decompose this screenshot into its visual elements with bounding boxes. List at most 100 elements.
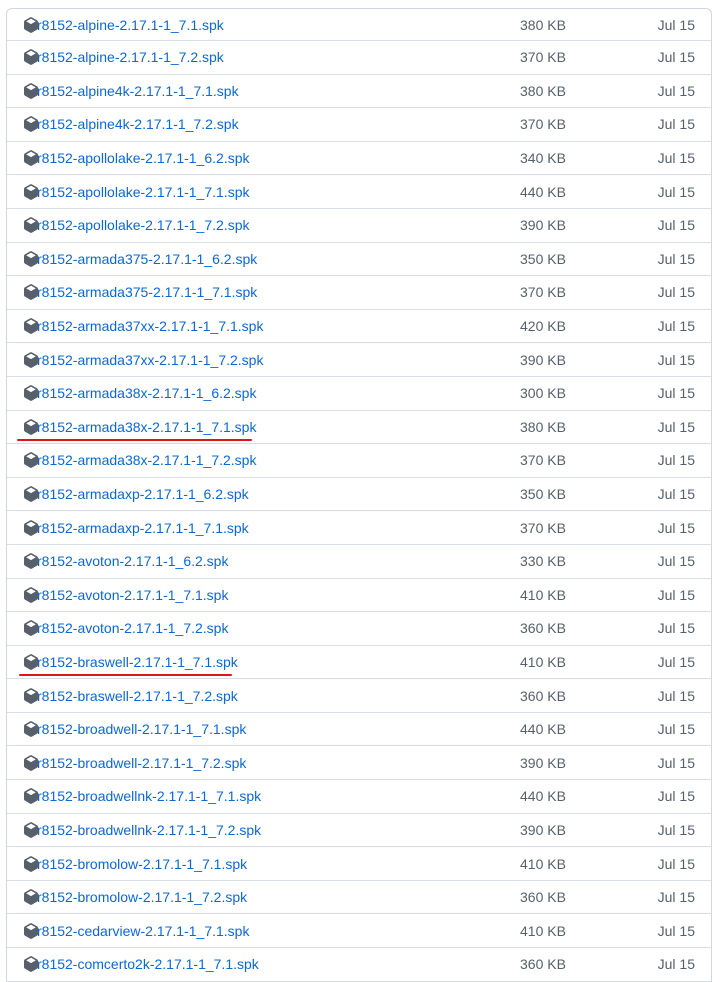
asset-size: 350 KB (520, 486, 566, 503)
asset-date: Jul 15 (657, 486, 695, 503)
asset-size: 420 KB (520, 318, 566, 335)
asset-date: Jul 15 (657, 351, 695, 368)
asset-date: Jul 15 (657, 922, 695, 939)
asset-size: 390 KB (520, 821, 566, 838)
asset-download-link[interactable]: r8152-alpine-2.17.1-1_7.1.spk (37, 17, 224, 33)
asset-download-link[interactable]: r8152-armadaxp-2.17.1-1_6.2.spk (37, 486, 249, 502)
asset-date: Jul 15 (657, 284, 695, 301)
asset-size: 390 KB (520, 351, 566, 368)
asset-download-link[interactable]: r8152-armada38x-2.17.1-1_7.2.spk (37, 452, 256, 468)
asset-download-link[interactable]: r8152-armada375-2.17.1-1_7.1.spk (37, 284, 257, 300)
asset-row: r8152-armada37xx-2.17.1-1_7.1.spk 420 KB… (7, 310, 711, 344)
asset-date: Jul 15 (657, 385, 695, 402)
asset-date: Jul 15 (657, 452, 695, 469)
asset-date: Jul 15 (657, 855, 695, 872)
asset-download-link[interactable]: r8152-armada38x-2.17.1-1_6.2.spk (37, 385, 256, 401)
asset-date: Jul 15 (657, 620, 695, 637)
asset-date: Jul 15 (657, 16, 695, 33)
asset-size: 380 KB (520, 418, 566, 435)
asset-date: Jul 15 (657, 889, 695, 906)
asset-size: 410 KB (520, 653, 566, 670)
asset-row: r8152-armadaxp-2.17.1-1_6.2.spk 350 KB J… (7, 478, 711, 512)
asset-size: 440 KB (520, 721, 566, 738)
asset-row-highlighted: r8152-armada38x-2.17.1-1_7.1.spk 380 KB … (7, 411, 711, 445)
asset-row: r8152-bromolow-2.17.1-1_7.2.spk 360 KB J… (7, 881, 711, 915)
asset-download-link[interactable]: r8152-broadwellnk-2.17.1-1_7.2.spk (37, 822, 261, 838)
asset-download-link[interactable]: r8152-broadwell-2.17.1-1_7.1.spk (37, 721, 246, 737)
asset-row: r8152-armadaxp-2.17.1-1_7.1.spk 370 KB J… (7, 511, 711, 545)
asset-date: Jul 15 (657, 519, 695, 536)
red-underline-annotation (19, 673, 232, 676)
asset-download-link[interactable]: r8152-bromolow-2.17.1-1_7.1.spk (37, 856, 247, 872)
asset-size: 410 KB (520, 586, 566, 603)
asset-row: r8152-broadwellnk-2.17.1-1_7.2.spk 390 K… (7, 814, 711, 848)
asset-size: 340 KB (520, 150, 566, 167)
asset-size: 390 KB (520, 217, 566, 234)
asset-date: Jul 15 (657, 250, 695, 267)
asset-download-link[interactable]: r8152-cedarview-2.17.1-1_7.1.spk (37, 923, 249, 939)
asset-download-link[interactable]: r8152-avoton-2.17.1-1_7.1.spk (37, 587, 228, 603)
asset-size: 300 KB (520, 385, 566, 402)
asset-size: 390 KB (520, 754, 566, 771)
asset-download-link[interactable]: r8152-alpine-2.17.1-1_7.2.spk (37, 49, 224, 65)
asset-date: Jul 15 (657, 687, 695, 704)
asset-row: r8152-alpine4k-2.17.1-1_7.1.spk 380 KB J… (7, 75, 711, 109)
asset-date: Jul 15 (657, 721, 695, 738)
asset-date: Jul 15 (657, 956, 695, 973)
asset-download-link[interactable]: r8152-broadwellnk-2.17.1-1_7.1.spk (37, 788, 261, 804)
asset-size: 330 KB (520, 553, 566, 570)
asset-download-link[interactable]: r8152-armada37xx-2.17.1-1_7.1.spk (37, 318, 263, 334)
asset-download-link[interactable]: r8152-armada38x-2.17.1-1_7.1.spk (37, 419, 256, 435)
asset-row: r8152-armada37xx-2.17.1-1_7.2.spk 390 KB… (7, 343, 711, 377)
asset-row: r8152-broadwell-2.17.1-1_7.2.spk 390 KB … (7, 746, 711, 781)
asset-size: 350 KB (520, 250, 566, 267)
asset-size: 370 KB (520, 116, 566, 133)
asset-row: r8152-avoton-2.17.1-1_7.2.spk 360 KB Jul… (7, 612, 711, 646)
asset-row: r8152-apollolake-2.17.1-1_7.2.spk 390 KB… (7, 209, 711, 243)
asset-row: r8152-braswell-2.17.1-1_7.2.spk 360 KB J… (7, 679, 711, 713)
asset-row: r8152-bromolow-2.17.1-1_7.1.spk 410 KB J… (7, 847, 711, 881)
asset-size: 370 KB (520, 519, 566, 536)
asset-download-link[interactable]: r8152-avoton-2.17.1-1_6.2.spk (37, 553, 228, 569)
asset-date: Jul 15 (657, 318, 695, 335)
asset-download-link[interactable]: r8152-apollolake-2.17.1-1_7.1.spk (37, 184, 249, 200)
asset-size: 440 KB (520, 788, 566, 805)
asset-row: r8152-comcerto2k-2.17.1-1_7.1.spk 360 KB… (7, 948, 711, 982)
asset-date: Jul 15 (657, 217, 695, 234)
asset-download-link[interactable]: r8152-broadwell-2.17.1-1_7.2.spk (37, 755, 246, 771)
asset-download-link[interactable]: r8152-alpine4k-2.17.1-1_7.2.spk (37, 116, 239, 132)
asset-download-link[interactable]: r8152-bromolow-2.17.1-1_7.2.spk (37, 889, 247, 905)
asset-download-link[interactable]: r8152-comcerto2k-2.17.1-1_7.1.spk (37, 956, 259, 972)
asset-row: r8152-armada375-2.17.1-1_6.2.spk 350 KB … (7, 243, 711, 277)
asset-size: 440 KB (520, 183, 566, 200)
asset-row-highlighted: r8152-braswell-2.17.1-1_7.1.spk 410 KB J… (7, 646, 711, 680)
asset-download-link[interactable]: r8152-alpine4k-2.17.1-1_7.1.spk (37, 83, 239, 99)
asset-row: r8152-armada375-2.17.1-1_7.1.spk 370 KB … (7, 276, 711, 310)
asset-download-link[interactable]: r8152-braswell-2.17.1-1_7.1.spk (37, 654, 238, 670)
asset-row: r8152-apollolake-2.17.1-1_7.1.spk 440 KB… (7, 175, 711, 209)
asset-row: r8152-cedarview-2.17.1-1_7.1.spk 410 KB … (7, 914, 711, 949)
asset-download-link[interactable]: r8152-armada375-2.17.1-1_6.2.spk (37, 251, 257, 267)
asset-row: r8152-broadwellnk-2.17.1-1_7.1.spk 440 K… (7, 780, 711, 814)
release-assets-list: r8152-alpine-2.17.1-1_7.1.spk 380 KB Jul… (6, 8, 712, 982)
asset-row: r8152-armada38x-2.17.1-1_6.2.spk 300 KB … (7, 377, 711, 411)
asset-date: Jul 15 (657, 788, 695, 805)
asset-download-link[interactable]: r8152-avoton-2.17.1-1_7.2.spk (37, 620, 228, 636)
asset-size: 360 KB (520, 889, 566, 906)
asset-size: 410 KB (520, 922, 566, 939)
asset-download-link[interactable]: r8152-apollolake-2.17.1-1_7.2.spk (37, 217, 249, 233)
asset-download-link[interactable]: r8152-braswell-2.17.1-1_7.2.spk (37, 688, 238, 704)
asset-row: r8152-avoton-2.17.1-1_6.2.spk 330 KB Jul… (7, 545, 711, 579)
asset-size: 360 KB (520, 620, 566, 637)
asset-row: r8152-armada38x-2.17.1-1_7.2.spk 370 KB … (7, 444, 711, 478)
asset-date: Jul 15 (657, 82, 695, 99)
asset-size: 370 KB (520, 49, 566, 66)
asset-download-link[interactable]: r8152-apollolake-2.17.1-1_6.2.spk (37, 150, 249, 166)
asset-download-link[interactable]: r8152-armada37xx-2.17.1-1_7.2.spk (37, 352, 263, 368)
asset-row: r8152-alpine-2.17.1-1_7.2.spk 370 KB Jul… (7, 41, 711, 75)
asset-row: r8152-alpine4k-2.17.1-1_7.2.spk 370 KB J… (7, 108, 711, 142)
asset-date: Jul 15 (657, 116, 695, 133)
asset-date: Jul 15 (657, 586, 695, 603)
asset-row: r8152-apollolake-2.17.1-1_6.2.spk 340 KB… (7, 142, 711, 176)
asset-download-link[interactable]: r8152-armadaxp-2.17.1-1_7.1.spk (37, 520, 249, 536)
